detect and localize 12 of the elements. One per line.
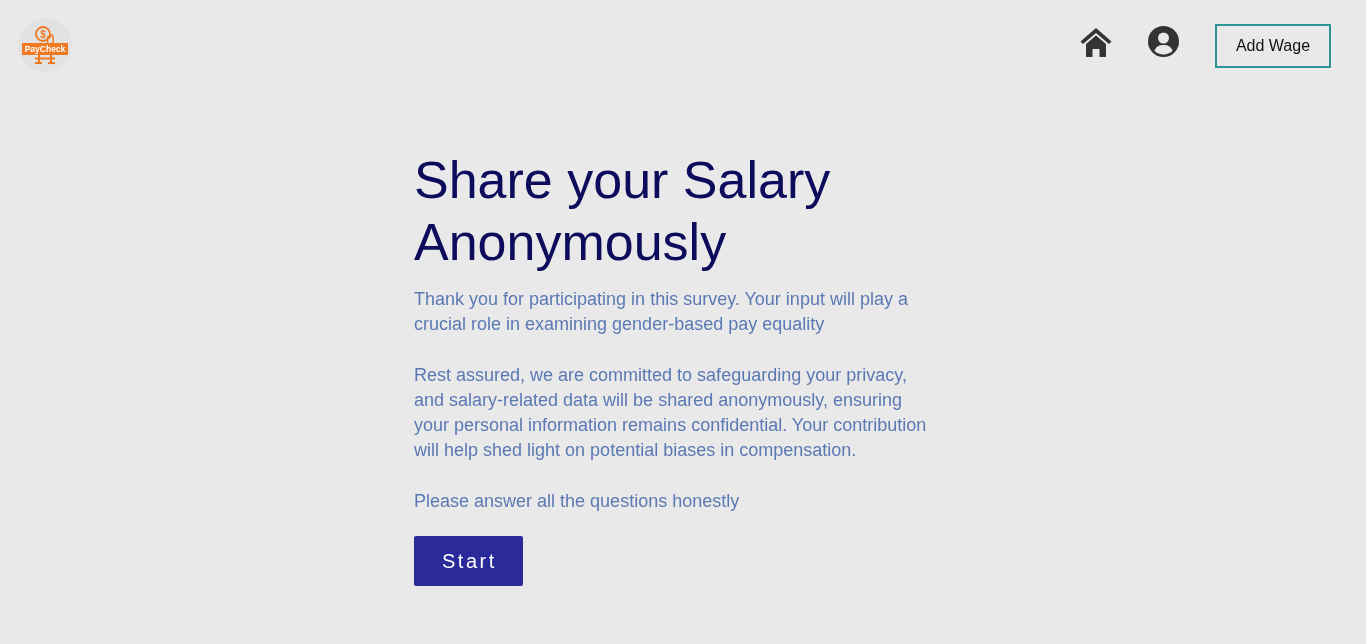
dollar-sign: $ <box>40 28 46 40</box>
add-wage-button[interactable]: Add Wage <box>1215 24 1331 68</box>
home-icon[interactable] <box>1080 27 1112 57</box>
intro-paragraph: Thank you for participating in this survey. Your input will play a crucial role in examining gender-based pay equality <box>414 288 909 336</box>
logo-text: PayCheck <box>21 43 69 55</box>
user-icon[interactable] <box>1148 26 1179 57</box>
intro-paragraph: Rest assured, we are committed to safeguarding your privacy, and salary-related data will be shared anonymously, ensuring your personal information remains confidential. Your contribution will help shed light on potential biases in compensation. <box>414 364 928 462</box>
intro-paragraph: Please answer all the questions honestly <box>414 490 741 513</box>
stand-icon <box>34 55 56 64</box>
page-title: Share your Salary Anonymously <box>414 150 832 273</box>
start-button[interactable]: Start <box>414 536 523 586</box>
hand-holding-coin-icon <box>35 26 54 43</box>
